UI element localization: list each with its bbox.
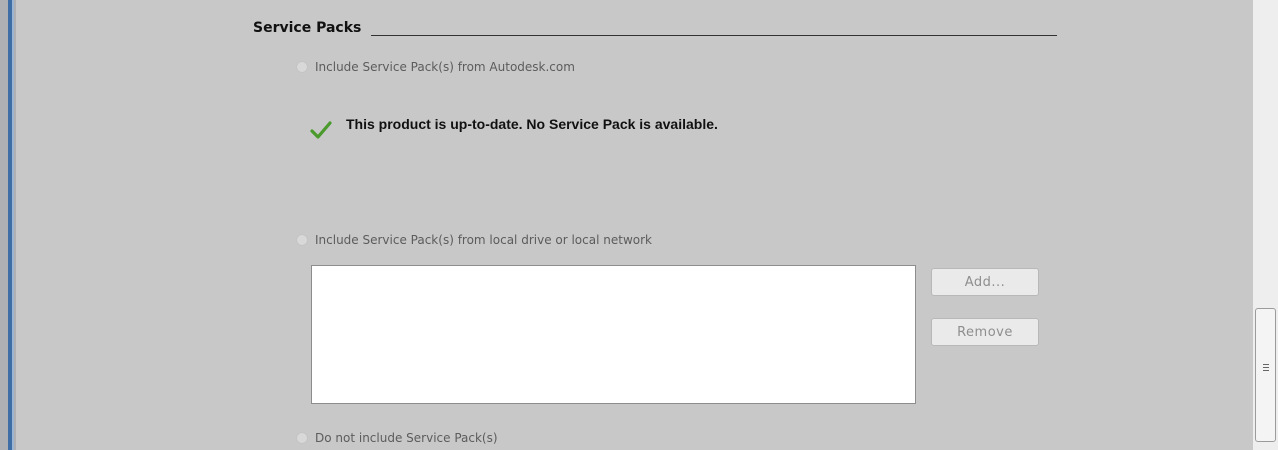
status-message-row: This product is up-to-date. No Service P… <box>310 108 718 140</box>
scrollbar-grip-icon <box>1263 364 1269 371</box>
option-include-autodesk-label: Include Service Pack(s) from Autodesk.co… <box>315 60 575 74</box>
remove-button[interactable]: Remove <box>931 318 1039 346</box>
radio-button[interactable] <box>296 61 308 73</box>
checkmark-icon <box>310 121 332 139</box>
option-include-local[interactable]: Include Service Pack(s) from local drive… <box>296 231 652 249</box>
left-border-strip <box>0 0 16 450</box>
scrollbar-thumb[interactable] <box>1255 308 1276 442</box>
left-accent-highlight <box>12 0 14 450</box>
option-do-not-include-label: Do not include Service Pack(s) <box>315 431 498 445</box>
radio-button[interactable] <box>296 432 308 444</box>
section-title: Service Packs <box>253 20 362 36</box>
add-button[interactable]: Add... <box>931 268 1039 296</box>
section-divider <box>371 35 1057 36</box>
service-pack-listbox[interactable] <box>311 265 916 404</box>
status-message: This product is up-to-date. No Service P… <box>346 116 718 132</box>
option-include-local-label: Include Service Pack(s) from local drive… <box>315 233 652 247</box>
option-do-not-include[interactable]: Do not include Service Pack(s) <box>296 429 498 447</box>
radio-button[interactable] <box>296 234 308 246</box>
option-include-autodesk[interactable]: Include Service Pack(s) from Autodesk.co… <box>296 58 575 76</box>
